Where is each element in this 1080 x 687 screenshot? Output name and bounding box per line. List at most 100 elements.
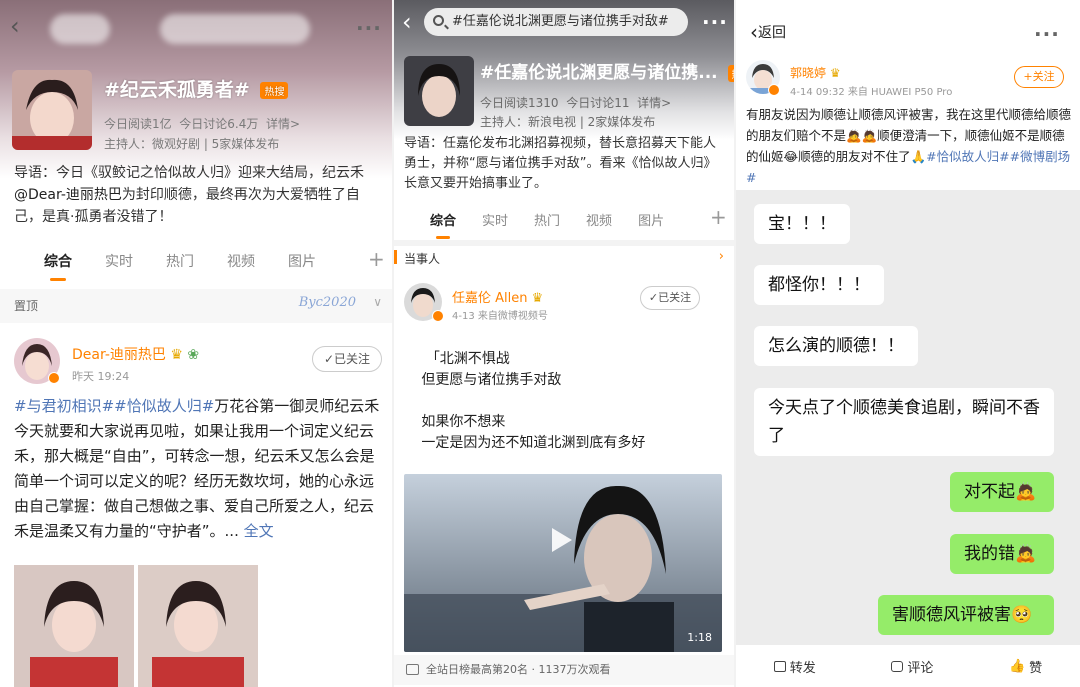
comment-icon [891,660,904,672]
more-menu-icon[interactable]: ··· [1034,22,1060,46]
detail-link[interactable]: 详情> [637,96,671,110]
repost-label: 转发 [789,660,816,676]
tab-video[interactable]: 视频 [227,251,255,271]
followed-button[interactable]: ✓已关注 [640,286,700,310]
topic-cover-image [404,56,474,126]
post-username[interactable]: 郭晓婷 ♛ [790,64,841,81]
verified-badge-icon [768,84,780,96]
repost-button[interactable]: 转发 [773,657,816,676]
topic-guide: 导语：今日《驭鲛记之恰似故人归》迎来大结局，纪云禾@Dear-迪丽热巴为封印顺德… [14,162,380,228]
chat-message-sent: 害顺德风评被害🥺 [878,595,1054,635]
crown-icon: ♛ [170,347,183,363]
thumbs-up-icon: 👍 [1008,658,1026,674]
video-player[interactable]: 1:18 [404,474,722,652]
video-rank-icon [406,664,419,675]
pinned-bar: 置顶 Byc2020 ∨ [0,289,392,323]
repost-icon [773,660,786,672]
post-username[interactable]: 任嘉伦 Allen ♛ [452,287,543,306]
topic-title: #任嘉伦说北渊更愿与诸位携... 热搜 [480,58,734,83]
more-menu-icon[interactable]: ··· [356,16,382,40]
hot-badge: 热搜 [260,82,289,99]
username-text[interactable]: Dear-迪丽热巴 [72,347,166,363]
tab-hot[interactable]: 热门 [166,251,194,271]
topic-tabs: 综合 实时 热门 视频 图片 [44,251,349,281]
post-meta: 4-14 09:32 来自 HUAWEI P50 Pro [790,87,953,98]
chat-message-received: 今天点了个顺德美食追剧，瞬间不香了 [754,388,1054,456]
topic-title-text: #纪云禾孤勇者# [104,79,250,101]
pinned-label: 置顶 [14,299,39,313]
post-username[interactable]: Dear-迪丽热巴 ♛ ❀ [72,344,199,364]
chat-message-sent: 对不起🙇 [950,472,1054,512]
back-arrow-icon[interactable]: ‹ [750,20,758,44]
search-query-text: #任嘉伦说北渊更愿与诸位携手对敌# [452,14,669,29]
post-body-text: 「北渊不惧战 但更愿与诸位携手对敌 如果你不想来 一定是因为还不知道北渊到底有多… [421,351,646,493]
tab-pictures[interactable]: 图片 [638,210,664,229]
right-screenshot-panel: ‹返回 ··· 郭晓婷 ♛ 4-14 09:32 来自 HUAWEI P50 P… [736,0,1080,687]
post-time-source: 4-13 来自微博视频号 [452,311,548,322]
crown-icon: ♛ [829,66,841,80]
tab-realtime[interactable]: 实时 [105,251,133,271]
rank-text: 全站日榜最高第20名 · 1137万次观看 [426,663,611,676]
guide-text-part: 导语：今日《驭鲛记之恰似故人归》迎来大结局，纪云禾 [14,165,364,181]
add-tab-icon[interactable]: + [710,205,727,229]
search-icon [433,15,444,26]
post-time: 昨天 19:24 [72,370,130,383]
discuss-stat: 今日讨论11 [566,96,630,110]
blurred-element [50,14,110,44]
more-menu-icon[interactable]: ··· [702,10,728,34]
tab-comprehensive[interactable]: 综合 [430,210,456,239]
chevron-down-icon[interactable]: ∨ [373,295,382,309]
username-text[interactable]: 任嘉伦 Allen [452,291,528,306]
back-label[interactable]: 返回 [758,25,786,41]
post-action-bar: 转发 评论 👍 赞 [736,645,1080,687]
like-button[interactable]: 👍 赞 [1009,657,1042,676]
chevron-right-icon[interactable]: › [719,249,724,264]
rank-bar: 全站日榜最高第20名 · 1137万次观看 [394,655,734,685]
back-button[interactable]: ‹返回 [750,20,786,44]
detail-link[interactable]: 详情> [266,117,300,131]
back-arrow-icon[interactable]: ‹ [10,12,20,40]
add-tab-icon[interactable]: + [368,247,385,271]
discuss-stat: 今日讨论6.4万 [179,117,259,131]
blurred-search-bar [160,14,310,44]
section-label: 当事人 [394,250,441,266]
tab-comprehensive[interactable]: 综合 [44,251,72,281]
topic-stats: 今日阅读1310 今日讨论11 详情> [480,94,671,111]
username-text[interactable]: 郭晓婷 [790,66,826,80]
post-image[interactable] [14,565,134,687]
crown-icon: ♛ [531,291,544,306]
comment-label: 评论 [907,660,934,676]
verified-badge-icon [48,372,60,384]
tab-realtime[interactable]: 实时 [482,210,508,229]
tab-hot[interactable]: 热门 [534,210,560,229]
tab-video[interactable]: 视频 [586,210,612,229]
left-screenshot-panel: ‹ ··· #纪云禾孤勇者# 热搜 今日阅读1亿 今日讨论6.4万 详情> 主持… [0,0,392,687]
play-icon[interactable] [552,528,572,552]
tab-pictures[interactable]: 图片 [288,251,316,271]
topic-title-text: #任嘉伦说北渊更愿与诸位携... [480,63,718,83]
fan-badge-icon: ❀ [187,347,200,363]
post-body: 有朋友说因为顺德让顺德风评被害，我在这里代顺德给顺德的朋友们赔个不是🙇🙇顺便澄清… [746,104,1072,188]
follow-button[interactable]: +关注 [1014,66,1064,88]
back-arrow-icon[interactable]: ‹ [402,8,412,36]
topic-cover-image [12,70,92,150]
topic-stats: 今日阅读1亿 今日讨论6.4万 详情> [104,115,300,132]
topic-guide: 导语：任嘉伦发布北渊招募视频，替长意招募天下能人勇士，并称“愿与诸位携手对敌”。… [404,136,717,191]
post-image[interactable] [138,565,258,687]
comment-button[interactable]: 评论 [891,657,933,676]
chat-message-received: 都怪你！！！ [754,265,884,305]
mention-link[interactable]: @Dear-迪丽热巴 [14,187,122,203]
full-text-link[interactable]: 全文 [244,522,274,540]
followed-button[interactable]: ✓已关注 [312,346,382,372]
hashtag-link[interactable]: #与君初相识##恰似故人归# [14,397,214,415]
reads-stat: 今日阅读1310 [480,96,559,110]
topic-title: #纪云禾孤勇者# 热搜 [104,75,289,102]
post-meta: 4-13 来自微博视频号 [452,307,548,322]
post-body-text: 万花谷第一御灵师纪云禾今天就要和大家说再见啦，如果让我用一个词定义纪云禾，那大概… [14,397,380,540]
verified-badge-icon [432,310,444,322]
video-duration: 1:18 [687,631,712,644]
chat-message-received: 怎么演的顺德！！ [754,326,918,366]
search-input[interactable]: #任嘉伦说北渊更愿与诸位携手对敌# [424,8,688,36]
chat-message-sent: 我的错🙇 [950,534,1054,574]
post-body: #与君初相识##恰似故人归#万花谷第一御灵师纪云禾今天就要和大家说再见啦，如果让… [14,394,384,544]
